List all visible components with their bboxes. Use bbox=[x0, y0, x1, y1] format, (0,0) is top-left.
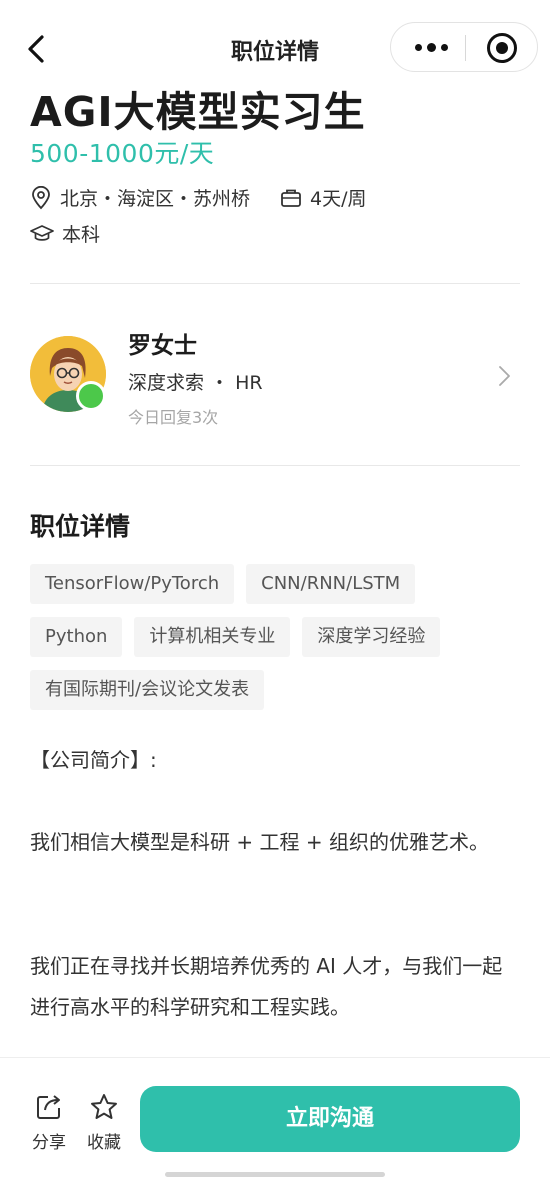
share-icon bbox=[37, 1095, 60, 1119]
dot-icon bbox=[426, 42, 436, 52]
hr-name: 罗女士 bbox=[128, 333, 197, 359]
share-label: 分享 bbox=[32, 1133, 66, 1153]
job-meta-row: 本科 bbox=[30, 220, 100, 247]
dot-icon bbox=[414, 43, 422, 51]
description-paragraph: 我们正在寻找并长期培养优秀的 AI 人才，与我们一起进行高水平的科学研究和工程实… bbox=[30, 954, 503, 1019]
favorite-label: 收藏 bbox=[87, 1133, 121, 1153]
hr-company-role: 深度求索 ・ HR bbox=[128, 372, 263, 394]
skill-tag: CNN/RNN/LSTM bbox=[246, 564, 416, 604]
online-status-dot bbox=[76, 381, 106, 411]
skill-tag: 计算机相关专业 bbox=[134, 617, 291, 657]
job-title: AGI大模型实习生 bbox=[30, 88, 366, 136]
share-button[interactable]: 分享 bbox=[27, 1092, 71, 1153]
skill-tags: TensorFlow/PyTorch CNN/RNN/LSTM Python 计… bbox=[30, 564, 500, 710]
divider bbox=[30, 465, 520, 466]
chevron-right-icon bbox=[499, 366, 510, 386]
briefcase-icon bbox=[281, 189, 301, 207]
location-pin-icon bbox=[32, 185, 50, 209]
job-salary: 500-1000元/天 bbox=[30, 139, 215, 168]
job-schedule: 4天/周 bbox=[310, 188, 367, 210]
company-intro-heading: 【公司简介】: bbox=[30, 748, 157, 772]
skill-tag: Python bbox=[30, 617, 123, 657]
job-meta-row: 北京・海淀区・苏州桥 4天/周 bbox=[30, 184, 367, 211]
graduation-cap-icon bbox=[30, 224, 54, 241]
description-paragraph: 我们相信大模型是科研 + 工程 + 组织的优雅艺术。 bbox=[30, 830, 489, 854]
apply-button[interactable]: 立即沟通 bbox=[140, 1086, 520, 1152]
star-icon bbox=[91, 1094, 117, 1119]
mini-program-capsule bbox=[390, 22, 538, 72]
bottom-action-bar: 分享 收藏 立即沟通 bbox=[0, 1057, 550, 1177]
skill-tag: 有国际期刊/会议论文发表 bbox=[30, 670, 265, 710]
hr-reply-stat: 今日回复3次 bbox=[128, 408, 219, 427]
job-location: 北京・海淀区・苏州桥 bbox=[60, 188, 251, 210]
dot-icon bbox=[440, 43, 448, 51]
more-menu-button[interactable] bbox=[405, 23, 457, 71]
divider bbox=[30, 283, 520, 284]
skill-tag: TensorFlow/PyTorch bbox=[30, 564, 235, 604]
close-miniprogram-button[interactable] bbox=[487, 33, 517, 63]
skill-tag: 深度学习经验 bbox=[302, 617, 441, 657]
section-title: 职位详情 bbox=[30, 512, 131, 541]
job-education: 本科 bbox=[62, 224, 101, 246]
favorite-button[interactable]: 收藏 bbox=[82, 1092, 126, 1153]
capsule-divider bbox=[465, 35, 466, 61]
home-indicator bbox=[165, 1172, 385, 1177]
